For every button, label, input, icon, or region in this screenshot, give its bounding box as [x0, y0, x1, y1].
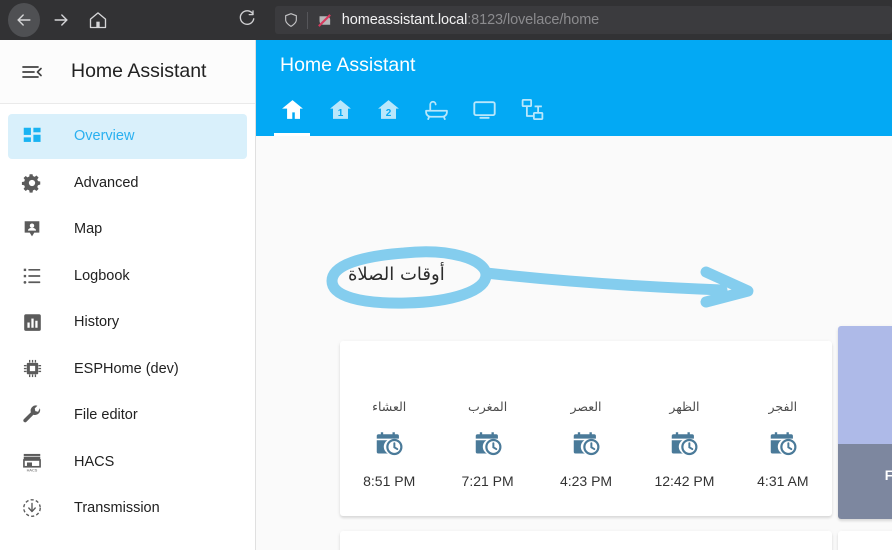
sidebar-header: Home Assistant [0, 40, 255, 104]
download-circle-icon [20, 496, 44, 520]
arrow-left-icon [14, 10, 34, 30]
ha-title: Home Assistant [280, 54, 416, 76]
prayer-entry[interactable]: المغرب 7:21 PM [438, 399, 536, 489]
calendar-clock-icon [375, 429, 403, 457]
prayer-time: 4:23 PM [559, 473, 613, 489]
sidebar-item-transmission[interactable]: Transmission [8, 486, 247, 531]
prayer-name: العشاء [372, 399, 407, 414]
home-icon [280, 97, 305, 127]
map-marker-account-icon [20, 217, 44, 241]
chip-icon [20, 357, 44, 381]
prayer-time: 7:21 PM [461, 473, 514, 489]
sidebar-nav: Overview Advanced Map Logbook History ES… [0, 104, 255, 531]
arrow-right-icon [51, 10, 71, 30]
sidebar-item-label: Logbook [74, 267, 130, 284]
front-door-camera-card[interactable]: Front [838, 326, 892, 519]
prayer-name: الظهر [669, 399, 700, 414]
sidebar-item-label: HACS [74, 453, 115, 470]
prayer-time: 12:42 PM [654, 473, 715, 489]
sidebar-item-file-editor[interactable]: File editor [8, 393, 247, 438]
svg-text:HACS: HACS [27, 468, 38, 472]
tab-home-floor-1[interactable]: 1 [316, 88, 364, 136]
sidebar-item-esphome[interactable]: ESPHome (dev) [8, 346, 247, 391]
reload-button[interactable] [232, 5, 260, 35]
sidebar-item-label: Advanced [74, 174, 139, 191]
ha-view-tabs: 1 2 [268, 88, 556, 136]
view-dashboard-icon [20, 124, 44, 148]
prayer-time: 8:51 PM [363, 473, 416, 489]
sidebar-item-map[interactable]: Map [8, 207, 247, 252]
television-icon [472, 97, 497, 127]
lovelace-cards: العشاء 8:51 PM المغرب 7:21 PM العصر 4:23… [256, 136, 892, 550]
reload-icon [238, 9, 256, 32]
lan-connect-icon [520, 97, 545, 127]
prayer-times-card: العشاء 8:51 PM المغرب 7:21 PM العصر 4:23… [340, 341, 832, 516]
prayer-entry[interactable]: الفجر 4:31 AM [734, 399, 832, 489]
home-floor-1-icon: 1 [328, 97, 353, 127]
screen: homeassistant.local:8123/lovelace/home H… [0, 0, 892, 550]
url-path: :8123/lovelace/home [467, 12, 600, 28]
sidebar-item-label: Map [74, 221, 103, 237]
divider [306, 11, 308, 29]
tab-home-floor-2[interactable]: 2 [364, 88, 412, 136]
calendar-clock-icon [670, 429, 698, 457]
url-host: homeassistant.local [341, 12, 468, 28]
calendar-clock-icon [769, 429, 797, 457]
prayer-name: الفجر [768, 399, 798, 414]
home-icon [88, 10, 108, 30]
tab-television[interactable] [460, 88, 508, 136]
tab-bathtub[interactable] [412, 88, 460, 136]
prayer-entry[interactable]: الظهر 12:42 PM [635, 399, 733, 489]
svg-text:2: 2 [385, 108, 391, 119]
weather-current: Partly cloudy OpenWeatherMap 27.1°C 28.6… [340, 531, 832, 550]
svg-text:1: 1 [337, 108, 343, 119]
camera-label: Front [884, 468, 892, 483]
prayer-entry[interactable]: العصر 4:23 PM [537, 399, 635, 489]
sidebar-item-overview[interactable]: Overview [8, 113, 247, 159]
home-button[interactable] [82, 3, 114, 37]
browser-toolbar: homeassistant.local:8123/lovelace/home [0, 0, 892, 40]
prayer-time: 4:31 AM [757, 473, 809, 489]
who-card: Who [838, 531, 892, 550]
sidebar-item-label: Overview [74, 128, 135, 144]
forward-button[interactable] [45, 3, 77, 37]
prayer-entries: العشاء 8:51 PM المغرب 7:21 PM العصر 4:23… [340, 399, 832, 489]
annotation-text: أوقات الصلاة [348, 264, 445, 285]
hacs-store-icon: HACS [20, 450, 44, 474]
sidebar-title: Home Assistant [71, 60, 207, 82]
menu-open-icon[interactable] [20, 60, 44, 84]
weather-forecast-card: Partly cloudy OpenWeatherMap 27.1°C 28.6… [340, 531, 832, 550]
sidebar-item-logbook[interactable]: Logbook [8, 253, 247, 298]
prayer-entry[interactable]: العشاء 8:51 PM [340, 399, 438, 489]
tracker-blocked-icon[interactable] [316, 12, 333, 29]
chart-box-icon [20, 310, 44, 334]
cog-icon [20, 171, 44, 195]
url-text: homeassistant.local:8123/lovelace/home [342, 12, 599, 28]
prayer-name: المغرب [468, 399, 508, 414]
camera-image [838, 326, 892, 444]
tab-lan-connect[interactable] [508, 88, 556, 136]
tab-home[interactable] [268, 88, 316, 136]
sidebar-item-label: File editor [74, 407, 138, 423]
ha-main: Home Assistant 1 2 العشاء 8:51 PM المغرب… [256, 40, 892, 550]
back-button[interactable] [8, 3, 41, 37]
sidebar-item-history[interactable]: History [8, 300, 247, 345]
home-floor-2-icon: 2 [376, 97, 401, 127]
ha-toolbar: Home Assistant 1 2 [256, 40, 892, 136]
sidebar-item-label: Transmission [74, 500, 160, 516]
sidebar-item-advanced[interactable]: Advanced [8, 160, 247, 205]
bathtub-icon [424, 97, 449, 127]
shield-icon[interactable] [283, 12, 299, 28]
sidebar-item-label: History [74, 314, 120, 330]
format-list-bulleted-icon [20, 264, 44, 288]
camera-footer: Front [838, 444, 892, 519]
address-bar[interactable]: homeassistant.local:8123/lovelace/home [274, 6, 892, 34]
calendar-clock-icon [572, 429, 600, 457]
calendar-clock-icon [474, 429, 502, 457]
prayer-name: العصر [570, 399, 602, 414]
sidebar-item-hacs[interactable]: HACS HACS [8, 439, 247, 484]
sidebar-item-label: ESPHome (dev) [74, 360, 179, 377]
sidebar: Home Assistant Overview Advanced Map Log… [0, 40, 256, 550]
wrench-icon [20, 403, 44, 427]
